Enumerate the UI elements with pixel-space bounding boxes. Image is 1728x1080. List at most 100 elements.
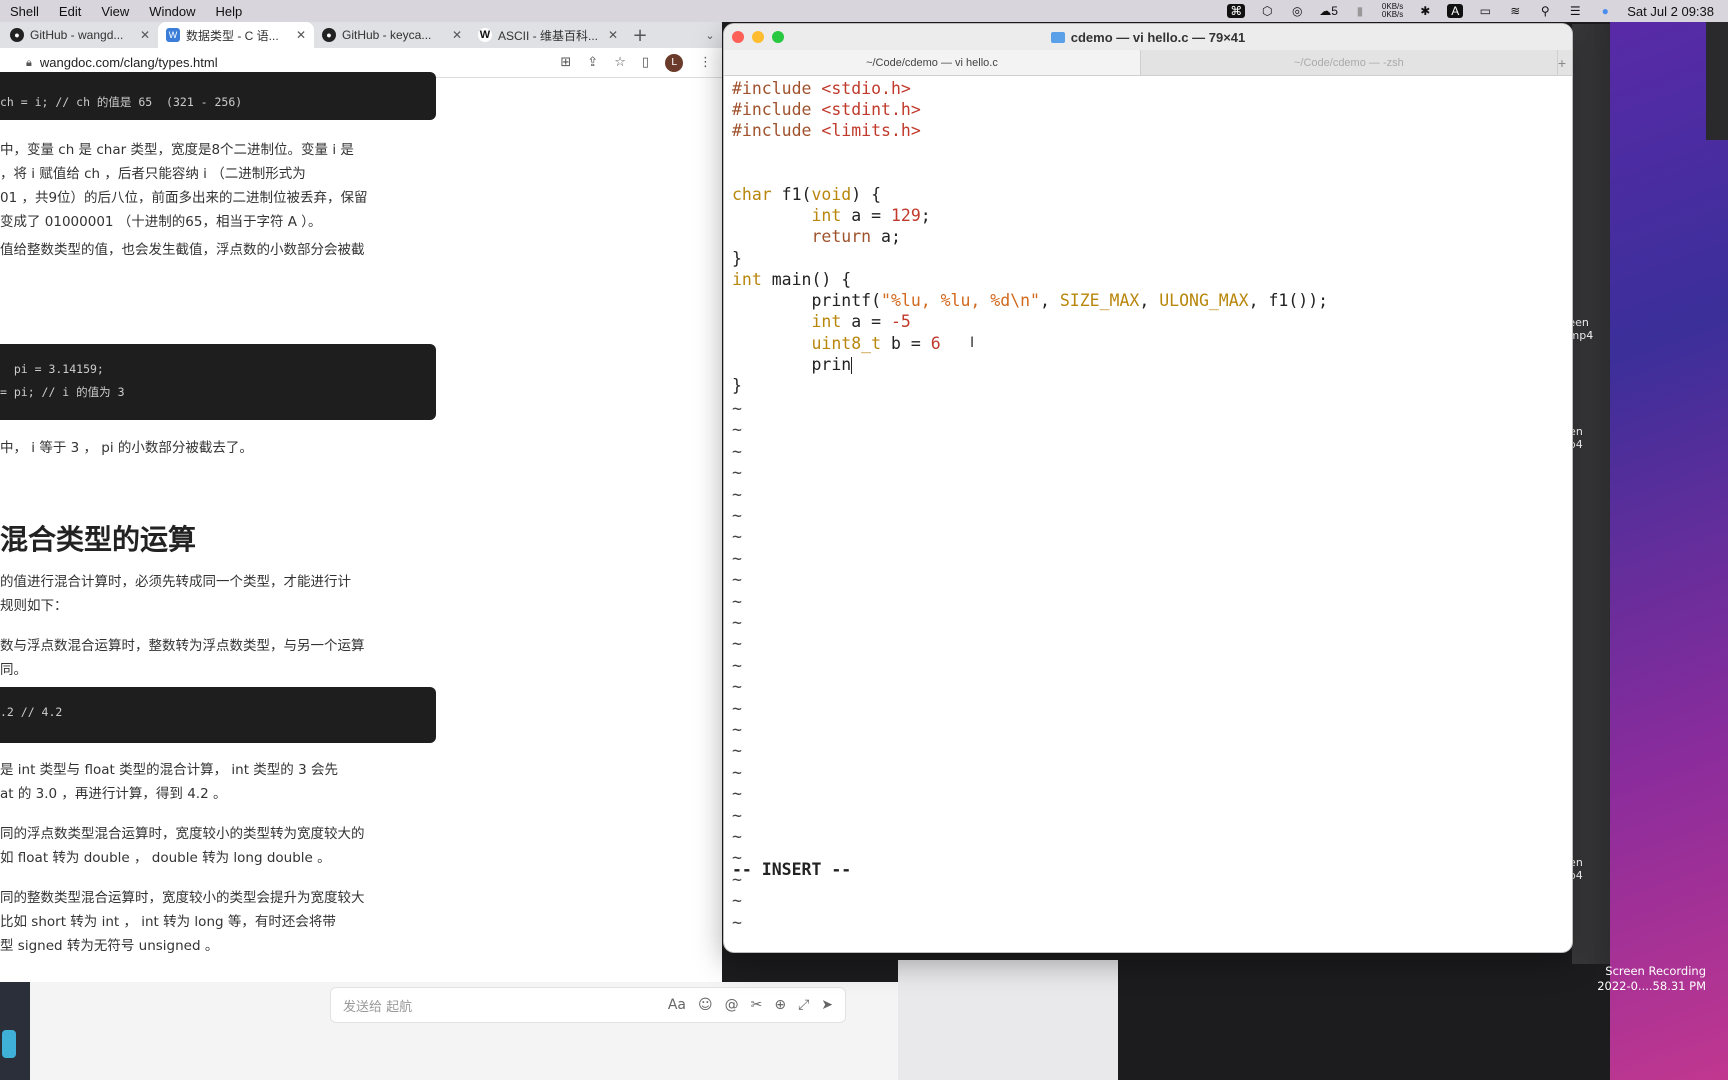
close-icon[interactable]: ✕: [608, 28, 618, 42]
more-icon[interactable]: ⋮: [699, 55, 712, 70]
avatar[interactable]: L: [665, 53, 683, 72]
send-icon[interactable]: ➤: [821, 997, 833, 1013]
text-line: 规则如下：: [0, 598, 68, 614]
badge-count: 5: [1331, 4, 1338, 18]
tilde-line: ~: [732, 441, 742, 461]
status-area: ⌘ ⬡ ◎ ☁ 5 ▮ 0KB/s 0KB/s ✱ A ▭ ≋ ⚲ ☰ ● Sat…: [1227, 3, 1728, 19]
control-center-icon[interactable]: ☰: [1567, 4, 1583, 18]
paragraph: 数与浮点数混合运算时，整数转为浮点数类型，与另一个运算 同。: [0, 634, 440, 682]
new-terminal-tab-button[interactable]: +: [1558, 50, 1572, 75]
chat-input[interactable]: 发送给 起航 Aa ☺ @ ✂ ⊕ ⤢ ➤: [330, 987, 846, 1023]
tilde-line: ~: [732, 463, 742, 483]
wifi-icon[interactable]: ≋: [1507, 4, 1523, 18]
window-controls: [732, 31, 784, 43]
tab-github-keycastr[interactable]: ● GitHub - keyca... ✕: [314, 22, 470, 48]
ibeam-cursor-icon: I: [970, 335, 975, 351]
sidebar-icon[interactable]: ▯: [642, 55, 649, 70]
text-line: 同的浮点数类型混合运算时，宽度较小的类型转为宽度较大的: [0, 826, 365, 842]
text-line: ，将 i 赋值给 ch ，后者只能容纳 i （二进制形式为: [0, 166, 306, 182]
tab-ascii-wiki[interactable]: W ASCII - 维基百科... ✕: [470, 22, 626, 48]
url-text[interactable]: wangdoc.com/clang/types.html: [40, 55, 218, 70]
code-line: pi = 3.14159;: [0, 362, 104, 376]
tilde-line: ~: [732, 506, 742, 525]
page-content: ch = i; // ch 的值是 65 (321 - 256) 中，变量 ch…: [0, 72, 722, 982]
text-line: 如 float 转为 double ， double 转为 long doubl…: [0, 850, 331, 866]
code-line: #include <stdint.h>: [732, 100, 921, 119]
tilde-line: ~: [732, 591, 742, 611]
menu-help[interactable]: Help: [206, 4, 253, 19]
battery-icon[interactable]: ▭: [1477, 4, 1493, 18]
minimize-window-button[interactable]: [752, 31, 764, 43]
code-line: .2 // 4.2: [0, 705, 63, 719]
star-icon[interactable]: ☆: [614, 55, 626, 70]
vim-editor[interactable]: #include <stdio.h> #include <stdint.h> #…: [728, 78, 1572, 952]
menu-shell[interactable]: Shell: [0, 4, 49, 19]
zoom-window-button[interactable]: [772, 31, 784, 43]
chevron-down-icon[interactable]: ⌄: [698, 22, 722, 48]
github-icon: ●: [322, 28, 336, 42]
tab-title: GitHub - wangd...: [30, 28, 124, 42]
spotlight-search-icon[interactable]: ⚲: [1537, 4, 1553, 18]
text-line: 01 ，共9位）的后八位，前面多出来的二进制位被丢弃，保留: [0, 190, 368, 206]
clock[interactable]: Sat Jul 2 09:38: [1627, 4, 1714, 19]
input-method-icon[interactable]: A: [1447, 4, 1464, 18]
share-icon[interactable]: ⇪: [587, 55, 598, 70]
terminal-titlebar[interactable]: cdemo — vi hello.c — 79×41: [724, 24, 1572, 50]
tilde-line: ~: [732, 698, 742, 718]
plus-icon[interactable]: ⊕: [774, 997, 786, 1013]
siri-icon[interactable]: ●: [1597, 4, 1613, 18]
new-tab-button[interactable]: +: [626, 22, 654, 48]
github-icon: ●: [10, 28, 24, 42]
close-window-button[interactable]: [732, 31, 744, 43]
bookmark-icon[interactable]: ▮: [1352, 4, 1368, 18]
weather-icon[interactable]: ☁ 5: [1319, 4, 1338, 18]
tilde-line: ~: [732, 891, 742, 911]
tilde-line: ~: [732, 484, 742, 504]
search-app-icon[interactable]: ◎: [1289, 4, 1305, 18]
box-icon[interactable]: ⬡: [1259, 4, 1275, 18]
tab-types[interactable]: W 数据类型 - C 语... ✕: [158, 22, 314, 48]
menu-view[interactable]: View: [91, 4, 139, 19]
font-icon[interactable]: Aa: [668, 997, 686, 1013]
tilde-line: ~: [732, 912, 742, 932]
tilde-line: ~: [732, 677, 742, 697]
code-line: char f1(void) {: [732, 185, 882, 204]
paragraph: 中， i 等于 3 ， pi 的小数部分被截去了。: [0, 436, 440, 460]
screen-recording-file[interactable]: Screen Recording 2022-0....58.31 PM: [1597, 964, 1706, 994]
tab-title: GitHub - keyca...: [342, 28, 432, 42]
close-icon[interactable]: ✕: [452, 28, 462, 42]
code-line: = pi; // i 的值为 3: [0, 385, 125, 399]
wangdoc-icon: W: [166, 28, 180, 42]
tab-strip: ● GitHub - wangd... ✕ W 数据类型 - C 语... ✕ …: [0, 22, 722, 48]
translate-icon[interactable]: ⊞: [560, 55, 571, 70]
menu-edit[interactable]: Edit: [49, 4, 91, 19]
tilde-line: ~: [732, 548, 742, 568]
expand-icon[interactable]: ⤢: [798, 997, 809, 1013]
text-line: 值给整数类型的值，也会发生截值，浮点数的小数部分会被截: [0, 242, 365, 258]
scissors-icon[interactable]: ✂: [751, 997, 763, 1013]
command-icon[interactable]: ⌘: [1227, 4, 1246, 18]
app-icon[interactable]: [2, 1030, 16, 1058]
text-line: 比如 short 转为 int ， int 转为 long 等，有时还会将带: [0, 914, 336, 930]
tilde-line: ~: [732, 720, 742, 739]
code-line: printf("%lu, %lu, %d\n", SIZE_MAX, ULONG…: [732, 291, 1329, 310]
tilde-line: ~: [732, 655, 742, 675]
tab-github-wangdoc[interactable]: ● GitHub - wangd... ✕: [2, 22, 158, 48]
tab-title: ASCII - 维基百科...: [498, 28, 599, 43]
mention-icon[interactable]: @: [725, 997, 739, 1013]
chat-window: 发送给 起航 Aa ☺ @ ✂ ⊕ ⤢ ➤: [30, 982, 898, 1080]
paragraph: 同的浮点数类型混合运算时，宽度较小的类型转为宽度较大的 如 float 转为 d…: [0, 822, 440, 870]
tab-title: 数据类型 - C 语...: [186, 28, 279, 43]
chat-input-placeholder: 发送给 起航: [343, 999, 413, 1015]
tilde-line: ~: [732, 570, 742, 590]
menu-window[interactable]: Window: [139, 4, 205, 19]
asterisk-icon[interactable]: ✱: [1417, 4, 1433, 18]
lock-icon[interactable]: 🔒︎: [26, 56, 32, 70]
close-icon[interactable]: ✕: [296, 28, 306, 42]
terminal-tab-vi[interactable]: ~/Code/cdemo — vi hello.c: [724, 50, 1141, 75]
tilde-line: ~: [732, 420, 742, 440]
terminal-tab-zsh[interactable]: ~/Code/cdemo — -zsh: [1141, 50, 1558, 75]
text-line: 数与浮点数混合运算时，整数转为浮点数类型，与另一个运算: [0, 638, 365, 654]
close-icon[interactable]: ✕: [140, 28, 150, 42]
emoji-icon[interactable]: ☺: [698, 997, 713, 1013]
